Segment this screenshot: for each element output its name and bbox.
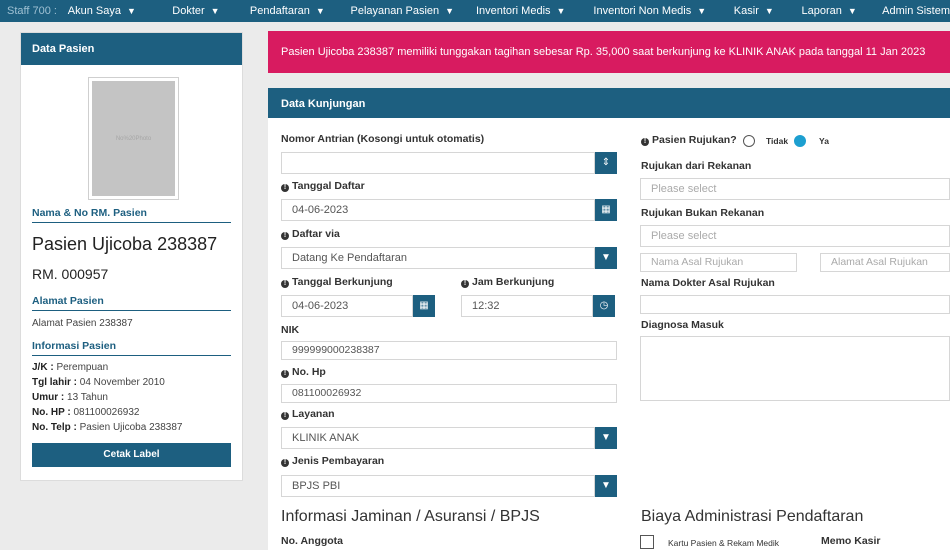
referral-label: ! Pasien Rujukan? [641, 134, 737, 146]
visit-form-card: Data Kunjungan Nomor Antrian (Kosongi un… [268, 88, 950, 550]
info-icon: ! [281, 232, 289, 240]
visit-time-label: ! Jam Berkunjung [461, 276, 554, 288]
info-icon: ! [641, 138, 649, 146]
caret-down-icon: ▼ [210, 6, 220, 16]
nav-inventori-non-medis[interactable]: Inventori Non Medis ▼ [593, 5, 733, 17]
origin-name-input[interactable]: Nama Asal Rujukan [640, 253, 797, 272]
admin-fee-section-title: Biaya Administrasi Pendaftaran [641, 508, 864, 525]
reg-date-label: ! Tanggal Daftar [281, 180, 365, 192]
nav-kasir[interactable]: Kasir ▼ [734, 5, 802, 17]
patient-panel-header: Data Pasien [21, 33, 242, 65]
caret-down-icon: ▼ [556, 6, 566, 16]
via-label: ! Daftar via [281, 228, 340, 240]
nav-laporan[interactable]: Laporan ▼ [802, 5, 883, 17]
nonpartner-referral-select[interactable]: Please select [640, 225, 950, 247]
nik-input[interactable]: 999999000238387 [281, 341, 617, 360]
patient-photo: No%20Photo [88, 77, 179, 200]
info-gender: J/K : Perempuan [32, 362, 109, 373]
hp-label: ! No. Hp [281, 366, 326, 378]
caret-down-icon: ▼ [126, 6, 136, 16]
info-age: Umur : 13 Tahun [32, 392, 108, 403]
caret-down-icon: ▼ [847, 6, 857, 16]
info-birthdate: Tgl lahir : 04 November 2010 [32, 377, 165, 388]
payment-select[interactable]: BPJS PBI [281, 475, 595, 497]
visit-time-input[interactable]: 12:32 [461, 295, 593, 317]
nav-pendaftaran[interactable]: Pendaftaran ▼ [250, 5, 351, 17]
calendar-icon[interactable]: ▦ [595, 199, 617, 221]
insurance-section-title: Informasi Jaminan / Asuransi / BPJS [281, 508, 540, 525]
patient-card-label: Kartu Pasien & Rekam Medik [668, 538, 780, 548]
info-section-label: Informasi Pasien [32, 340, 231, 356]
reg-date-input[interactable]: 04-06-2023 [281, 199, 595, 221]
partner-referral-select[interactable]: Please select [640, 178, 950, 200]
referral-no-label: Tidak [766, 136, 789, 146]
referral-yes-radio[interactable] [794, 135, 806, 147]
nav-dokter[interactable]: Dokter ▼ [172, 5, 250, 17]
info-icon: ! [281, 370, 289, 378]
info-icon: ! [281, 412, 289, 420]
nik-label: NIK [281, 324, 300, 336]
debt-alert: Pasien Ujicoba 238387 memiliki tunggakan… [268, 31, 950, 73]
visit-form-header: Data Kunjungan [268, 88, 950, 118]
origin-address-input[interactable]: Alamat Asal Rujukan [820, 253, 950, 272]
origin-doctor-input[interactable] [640, 295, 950, 314]
patient-rm-number: RM. 000957 [32, 266, 109, 282]
service-select[interactable]: KLINIK ANAK [281, 427, 595, 449]
via-select[interactable]: Datang Ke Pendaftaran [281, 247, 595, 269]
staff-label: Staff 700 : [7, 5, 57, 17]
queue-number-input[interactable] [281, 152, 595, 174]
diagnosis-label: Diagnosa Masuk [641, 319, 724, 331]
stepper-icon[interactable]: ⇕ [595, 152, 617, 174]
caret-down-icon: ▼ [315, 6, 325, 16]
caret-down-icon: ▼ [764, 6, 774, 16]
hp-input[interactable]: 081100026932 [281, 384, 617, 403]
address-section-label: Alamat Pasien [32, 295, 231, 311]
caret-down-icon: ▼ [697, 6, 707, 16]
chevron-down-icon[interactable]: ▼ [595, 475, 617, 497]
diagnosis-textarea[interactable] [640, 336, 950, 401]
patient-panel: Data Pasien No%20Photo Nama & No RM. Pas… [20, 32, 243, 481]
calendar-icon[interactable]: ▦ [413, 295, 435, 317]
info-hp: No. HP : 081100026932 [32, 407, 140, 418]
nonpartner-referral-label: Rujukan Bukan Rekanan [641, 207, 765, 219]
print-label-button[interactable]: Cetak Label [32, 443, 231, 467]
nav-admin-sistem[interactable]: Admin Sistem [882, 5, 950, 17]
nav-inventori-medis[interactable]: Inventori Medis ▼ [476, 5, 593, 17]
caret-down-icon: ▼ [445, 6, 455, 16]
partner-referral-label: Rujukan dari Rekanan [641, 160, 752, 172]
chevron-down-icon[interactable]: ▼ [595, 247, 617, 269]
referral-yes-label: Ya [819, 136, 829, 146]
patient-name: Pasien Ujicoba 238387 [32, 234, 218, 254]
patient-address: Alamat Pasien 238387 [32, 318, 133, 329]
chevron-down-icon[interactable]: ▼ [595, 427, 617, 449]
info-icon: ! [461, 280, 469, 288]
origin-doctor-label: Nama Dokter Asal Rujukan [641, 277, 775, 289]
clock-icon[interactable]: ◷ [593, 295, 615, 317]
info-icon: ! [281, 280, 289, 288]
patient-card-checkbox[interactable] [640, 535, 654, 549]
info-phone: No. Telp : Pasien Ujicoba 238387 [32, 422, 183, 433]
top-navbar: Staff 700 : Akun Saya ▼ Dokter ▼ Pendaftar… [0, 0, 950, 22]
info-icon: ! [281, 459, 289, 467]
name-section-label: Nama & No RM. Pasien [32, 207, 231, 223]
nav-pelayanan-pasien[interactable]: Pelayanan Pasien ▼ [350, 5, 475, 17]
no-photo-placeholder: No%20Photo [92, 81, 175, 196]
payment-label: ! Jenis Pembayaran [281, 455, 384, 467]
queue-label: Nomor Antrian (Kosongi untuk otomatis) [281, 133, 485, 145]
nav-akun-saya[interactable]: Akun Saya ▼ [68, 5, 173, 17]
visit-date-input[interactable]: 04-06-2023 [281, 295, 413, 317]
service-label: ! Layanan [281, 408, 335, 420]
visit-date-label: ! Tanggal Berkunjung [281, 276, 393, 288]
member-number-label: No. Anggota [281, 535, 344, 547]
referral-no-radio[interactable] [743, 135, 755, 147]
info-icon: ! [281, 184, 289, 192]
cashier-memo-label: Memo Kasir [821, 535, 881, 547]
